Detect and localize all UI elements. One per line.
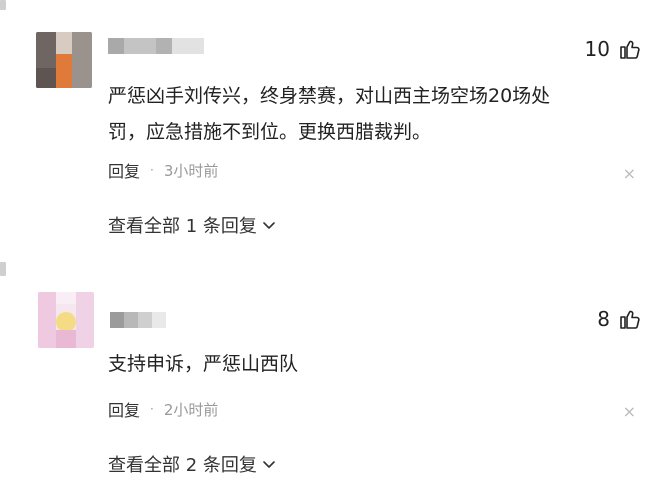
chevron-down-icon	[263, 461, 275, 468]
reply-button[interactable]: 回复	[108, 158, 140, 182]
chevron-down-icon	[263, 222, 275, 229]
comment-list: 10 严惩凶手刘传兴，终身禁赛，对山西主场空场20场处 罚，应急措施不到位。更换…	[0, 0, 660, 499]
username-blurred[interactable]	[108, 38, 204, 54]
like-button[interactable]: 8	[597, 304, 642, 334]
view-all-replies-button[interactable]: 查看全部 1 条回复	[108, 212, 277, 238]
avatar[interactable]	[36, 32, 92, 88]
comment-text: 支持申诉，严惩山西队	[108, 346, 628, 382]
left-edge-fragment	[0, 262, 6, 276]
like-button[interactable]: 10	[585, 34, 642, 64]
username-blurred[interactable]	[110, 312, 166, 328]
separator-dot: ·	[150, 163, 154, 177]
comment-text-line: 严惩凶手刘传兴，终身禁赛，对山西主场空场20场处	[108, 85, 551, 107]
avatar[interactable]	[38, 292, 94, 348]
comment-meta: 回复 · 2小时前	[108, 397, 218, 421]
reply-button[interactable]: 回复	[108, 397, 140, 421]
view-all-replies-label: 查看全部 2 条回复	[108, 455, 257, 476]
thumbs-up-icon	[620, 40, 640, 59]
left-edge-fragment	[0, 0, 6, 10]
avatar-image	[38, 292, 94, 348]
view-all-replies-button[interactable]: 查看全部 2 条回复	[108, 451, 277, 477]
like-count: 10	[584, 37, 610, 61]
comment-text: 严惩凶手刘传兴，终身禁赛，对山西主场空场20场处 罚，应急措施不到位。更换西腊裁…	[108, 78, 628, 150]
avatar-image	[36, 32, 92, 88]
username-image	[110, 312, 166, 328]
like-count: 8	[597, 307, 610, 331]
view-all-replies-label: 查看全部 1 条回复	[108, 216, 257, 237]
comment-text-line: 罚，应急措施不到位。更换西腊裁判。	[108, 121, 432, 143]
comment-meta: 回复 · 3小时前	[108, 158, 218, 182]
username-image	[108, 38, 204, 54]
timestamp: 3小时前	[163, 161, 219, 180]
comment-text-line: 支持申诉，严惩山西队	[108, 353, 299, 375]
close-icon[interactable]: ×	[623, 402, 636, 421]
close-icon[interactable]: ×	[623, 164, 636, 183]
thumbs-up-icon	[620, 310, 640, 329]
timestamp: 2小时前	[163, 400, 219, 419]
separator-dot: ·	[150, 402, 154, 416]
